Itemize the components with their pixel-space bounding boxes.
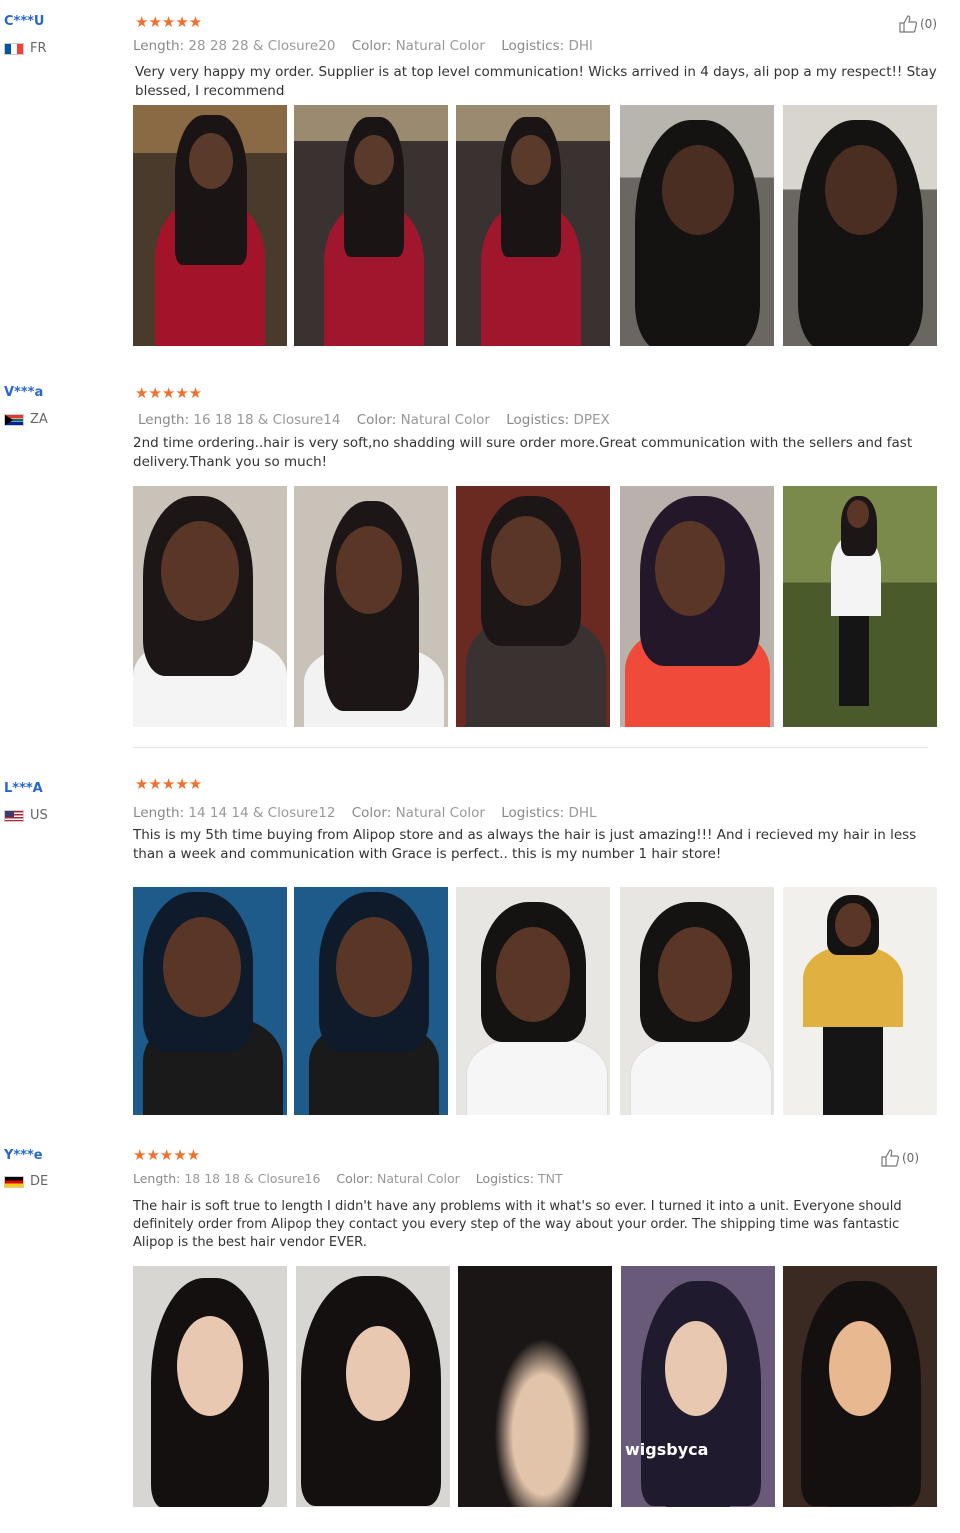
country-code: ZA (30, 412, 48, 427)
color-label: Color: (356, 412, 397, 428)
review-photo[interactable] (456, 105, 610, 346)
review-photo[interactable] (294, 486, 448, 727)
reviewer-name[interactable]: Y***e (4, 1148, 43, 1163)
review-photo[interactable] (620, 105, 774, 346)
logistics-label: Logistics: (475, 1171, 535, 1186)
length-label: Length: (138, 412, 190, 428)
review-photo[interactable] (458, 1266, 612, 1507)
review-photo[interactable] (133, 1266, 287, 1507)
review-photos: wigsbyca (133, 1266, 937, 1507)
review-photo[interactable] (783, 1266, 937, 1507)
review-photo[interactable] (783, 105, 937, 346)
review-photo[interactable] (133, 105, 287, 346)
length-value: 18 18 18 & Closure16 (184, 1171, 321, 1186)
review-photo[interactable] (133, 887, 287, 1115)
reviewer-country: DE (4, 1174, 48, 1189)
logistics-label: Logistics: (501, 805, 565, 821)
color-value: Natural Color (400, 412, 490, 428)
color-label: Color: (351, 805, 392, 821)
reviewer-country: US (4, 808, 48, 823)
length-label: Length: (133, 805, 185, 821)
length-value: 14 14 14 & Closure12 (188, 805, 336, 821)
reviewer-country: ZA (4, 412, 48, 427)
color-label: Color: (336, 1171, 374, 1186)
helpful-count: (0) (902, 1151, 919, 1165)
reviewer-name[interactable]: L***A (4, 781, 43, 796)
usa-flag-icon (4, 809, 24, 822)
order-info: Length: 28 28 28 & Closure20 Color: Natu… (133, 38, 605, 54)
star-rating: ★★★★★ (133, 1146, 201, 1164)
review-item: V***a ZA ★★★★★ Length: 16 18 18 & Closur… (0, 370, 960, 750)
review-photo[interactable] (456, 887, 610, 1115)
review-photos (133, 486, 937, 727)
review-text: 2nd time ordering..hair is very soft,no … (133, 435, 913, 470)
review-text: The hair is soft true to length I didn't… (133, 1199, 902, 1250)
south-africa-flag-icon (4, 413, 24, 426)
review-item: Y***e DE ★★★★★ (0) Length: 18 18 18 & Cl… (0, 1140, 960, 1533)
france-flag-icon (4, 42, 24, 55)
logistics-label: Logistics: (501, 38, 565, 54)
review-divider (133, 747, 928, 748)
length-value: 28 28 28 & Closure20 (188, 38, 336, 54)
thumbs-up-icon (881, 1149, 900, 1167)
germany-flag-icon (4, 1175, 24, 1188)
review-photos (133, 887, 937, 1115)
color-value: Natural Color (377, 1171, 460, 1186)
length-label: Length: (133, 1171, 181, 1186)
review-photo[interactable] (456, 486, 610, 727)
review-photo[interactable]: wigsbyca (621, 1266, 775, 1507)
reviewer-name[interactable]: V***a (4, 385, 43, 400)
review-photo[interactable] (294, 887, 448, 1115)
review-photo[interactable] (296, 1266, 450, 1507)
color-value: Natural Color (395, 38, 485, 54)
order-info: Length: 14 14 14 & Closure12 Color: Natu… (133, 805, 609, 821)
logistics-value: DHl (568, 38, 593, 54)
star-rating: ★★★★★ (135, 775, 203, 793)
review-text: This is my 5th time buying from Alipop s… (133, 827, 917, 862)
review-photo[interactable] (783, 486, 937, 727)
logistics-label: Logistics: (506, 412, 570, 428)
photo-watermark: wigsbyca (625, 1440, 709, 1459)
thumbs-up-icon (899, 15, 918, 33)
order-info: Length: 16 18 18 & Closure14 Color: Natu… (138, 412, 622, 428)
color-value: Natural Color (395, 805, 485, 821)
review-photo[interactable] (133, 486, 287, 727)
helpful-button[interactable]: (0) (898, 15, 937, 33)
color-label: Color: (351, 38, 392, 54)
reviewer-country: FR (4, 41, 47, 56)
logistics-value: DPEX (573, 412, 610, 428)
review-item: L***A US ★★★★★ Length: 14 14 14 & Closur… (0, 760, 960, 1140)
review-photo[interactable] (783, 887, 937, 1115)
length-label: Length: (133, 38, 185, 54)
review-text: Very very happy my order. Supplier is at… (135, 64, 937, 99)
review-photo[interactable] (620, 887, 774, 1115)
country-code: FR (30, 41, 47, 56)
country-code: DE (30, 1174, 49, 1189)
country-code: US (30, 808, 48, 823)
logistics-value: DHL (568, 805, 597, 821)
star-rating: ★★★★★ (135, 13, 203, 31)
review-item: C***U FR ★★★★★ (0) Length: 28 28 28 & Cl… (0, 0, 960, 370)
review-photos (133, 105, 937, 346)
reviewer-name[interactable]: C***U (4, 14, 45, 29)
order-info: Length: 18 18 18 & Closure16 Color: Natu… (133, 1171, 575, 1186)
length-value: 16 18 18 & Closure14 (193, 412, 341, 428)
helpful-button[interactable]: (0) (880, 1149, 919, 1167)
review-photo[interactable] (620, 486, 774, 727)
logistics-value: TNT (538, 1171, 563, 1186)
star-rating: ★★★★★ (135, 384, 203, 402)
review-photo[interactable] (294, 105, 448, 346)
helpful-count: (0) (920, 17, 937, 31)
